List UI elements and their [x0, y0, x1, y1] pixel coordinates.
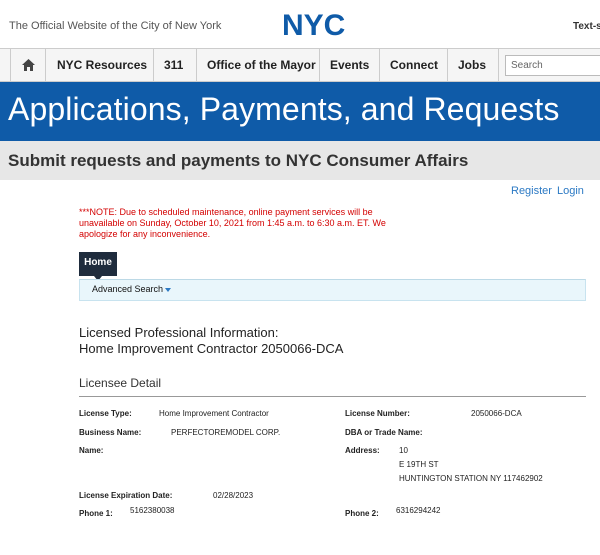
maintenance-notice: ***NOTE: Due to scheduled maintenance, o…: [79, 207, 386, 239]
page-subtitle: Submit requests and payments to NYC Cons…: [8, 151, 469, 170]
page-title: Applications, Payments, and Requests: [8, 91, 560, 127]
text-size-link[interactable]: Text-s: [573, 21, 600, 32]
official-site-text: The Official Website of the City of New …: [9, 20, 222, 32]
nyc-logo[interactable]: NYC: [282, 10, 354, 40]
address-line-3: HUNTINGTON STATION NY 117462902: [399, 474, 543, 483]
phone1-value: 5162380038: [130, 506, 175, 515]
tab-home[interactable]: Home: [79, 252, 117, 281]
name-label: Name:: [79, 446, 104, 455]
license-number-label: License Number:: [345, 409, 410, 418]
nav-events[interactable]: Events: [320, 49, 380, 81]
business-name-label: Business Name:: [79, 428, 142, 437]
section-divider: [79, 396, 586, 397]
nav-connect[interactable]: Connect: [380, 49, 448, 81]
license-number-value: 2050066-DCA: [471, 409, 522, 418]
main-nav: NYC Resources 311 Office of the Mayor Ev…: [0, 48, 600, 82]
advanced-search-bar: Advanced Search: [79, 279, 586, 301]
nav-nyc-resources[interactable]: NYC Resources: [47, 49, 154, 81]
business-name-value: PERFECTOREMODEL CORP.: [171, 428, 281, 437]
nav-office-of-the-mayor[interactable]: Office of the Mayor: [197, 49, 320, 81]
licensee-detail-title: Licensee Detail: [79, 376, 162, 390]
advanced-search-link[interactable]: Advanced Search: [92, 284, 163, 294]
license-type-label: License Type:: [79, 409, 132, 418]
license-type-value: Home Improvement Contractor: [159, 409, 269, 418]
nyc-logo-text: NYC: [282, 10, 345, 40]
search-input[interactable]: [505, 55, 600, 76]
phone2-label: Phone 2:: [345, 509, 379, 518]
home-icon: [22, 59, 35, 71]
caret-down-icon[interactable]: [165, 288, 171, 292]
login-link[interactable]: Login: [557, 185, 584, 197]
license-title: Home Improvement Contractor 2050066-DCA: [79, 341, 344, 356]
nav-jobs[interactable]: Jobs: [448, 49, 499, 81]
sub-banner: Submit requests and payments to NYC Cons…: [0, 141, 600, 180]
dba-label: DBA or Trade Name:: [345, 428, 423, 437]
address-label: Address:: [345, 446, 380, 455]
address-line-1: 10: [399, 446, 408, 455]
register-link[interactable]: Register: [511, 185, 552, 197]
expiration-value: 02/28/2023: [213, 491, 254, 500]
expiration-label: License Expiration Date:: [79, 491, 173, 500]
nav-311[interactable]: 311: [154, 49, 197, 81]
top-header: The Official Website of the City of New …: [0, 0, 600, 48]
address-line-2: E 19TH ST: [399, 460, 439, 469]
page-banner: Applications, Payments, and Requests: [0, 82, 600, 141]
phone2-value: 6316294242: [396, 506, 441, 515]
licensed-professional-heading: Licensed Professional Information:: [79, 325, 279, 340]
nav-home-button[interactable]: [10, 49, 46, 81]
phone1-label: Phone 1:: [79, 509, 113, 518]
